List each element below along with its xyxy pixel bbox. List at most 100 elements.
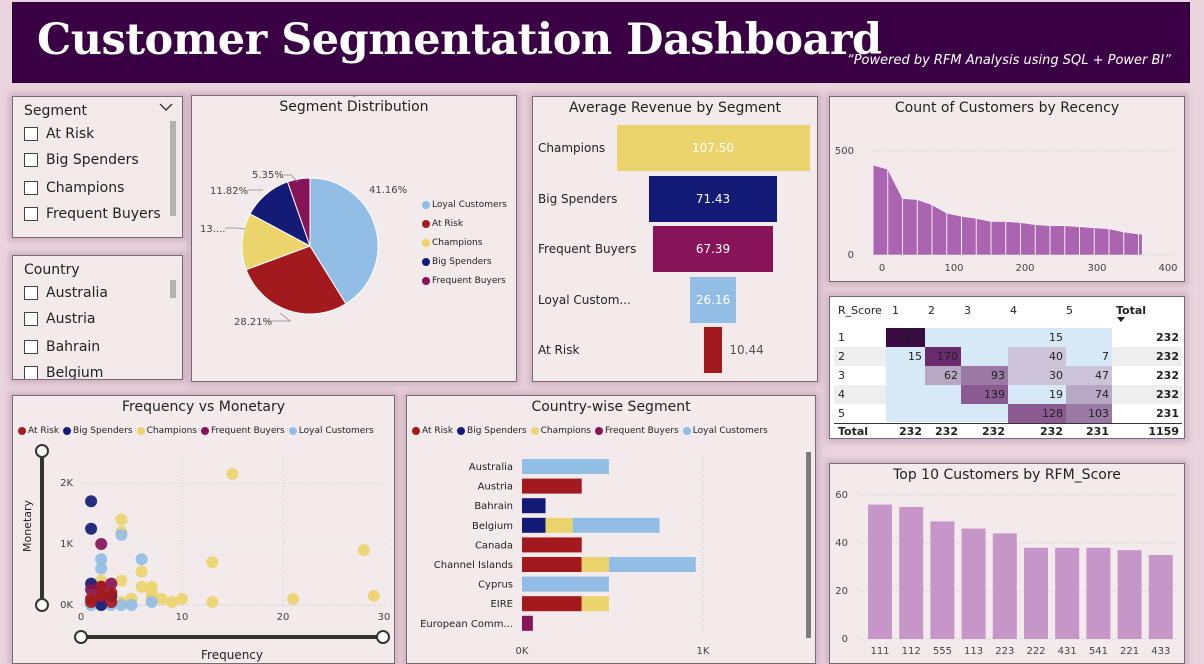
scatter-point[interactable] xyxy=(357,544,370,557)
scatter-point[interactable] xyxy=(226,467,239,480)
top-customer-bar[interactable] xyxy=(992,533,1017,639)
scatter-point[interactable] xyxy=(115,574,128,587)
x-zoom-handle-right[interactable] xyxy=(376,630,390,644)
scatter-point[interactable] xyxy=(95,580,108,593)
country-option-bahrain[interactable]: Bahrain xyxy=(24,339,100,355)
scatter-point[interactable] xyxy=(367,589,380,602)
checkbox[interactable] xyxy=(24,340,38,354)
scatter-point[interactable] xyxy=(125,599,138,611)
checkbox[interactable] xyxy=(24,286,38,300)
segment-option-at-risk[interactable]: At Risk xyxy=(24,126,94,142)
matrix-cell: 231 xyxy=(1086,425,1109,438)
top-customer-bar[interactable] xyxy=(1148,555,1173,639)
checkbox[interactable] xyxy=(24,312,38,326)
scatter-point[interactable] xyxy=(145,580,158,593)
y-zoom-handle-top[interactable] xyxy=(35,444,49,458)
slicer-scrollbar[interactable] xyxy=(170,121,176,216)
pie-label-champions: 13.... xyxy=(200,224,225,235)
x-tick: 541 xyxy=(1089,646,1108,657)
x-zoom-handle-left[interactable] xyxy=(74,630,88,644)
scatter-point[interactable] xyxy=(95,538,108,550)
checkbox[interactable] xyxy=(24,207,38,221)
top-customer-bar[interactable] xyxy=(961,528,986,639)
scatter-point[interactable] xyxy=(85,495,98,508)
segment-distribution-panel: Segment Distribution 41.16% 28.21% 13...… xyxy=(191,95,517,382)
scatter-point[interactable] xyxy=(287,592,300,605)
checkbox[interactable] xyxy=(24,153,38,167)
country-bar-segment[interactable] xyxy=(522,615,533,631)
y-axis-label: Monetary xyxy=(21,499,34,552)
country-bar-segment[interactable] xyxy=(522,596,582,612)
country-bar-segment[interactable] xyxy=(522,478,582,494)
funnel-label: At Risk xyxy=(538,343,580,357)
scatter-point[interactable] xyxy=(85,522,98,535)
country-bar-segment[interactable] xyxy=(522,517,546,533)
checkbox[interactable] xyxy=(24,366,38,379)
sort-down-icon[interactable] xyxy=(1117,317,1127,323)
top-customer-bar[interactable] xyxy=(899,507,924,639)
scatter-point[interactable] xyxy=(206,595,219,608)
scatter-point[interactable] xyxy=(115,528,128,541)
top-customer-bar[interactable] xyxy=(1086,547,1111,639)
recency-area[interactable] xyxy=(872,164,1143,256)
legend-item[interactable]: Big Spenders xyxy=(422,257,507,267)
matrix-cell: 231 xyxy=(1156,407,1179,420)
segment-option-champions[interactable]: Champions xyxy=(24,180,124,196)
top-customer-bar[interactable] xyxy=(1117,550,1142,639)
scatter-point[interactable] xyxy=(95,553,108,566)
country-option-australia[interactable]: Australia xyxy=(24,285,108,301)
matrix-cell: 15 xyxy=(908,350,922,363)
scatter-point[interactable] xyxy=(135,565,148,578)
chevron-down-icon[interactable] xyxy=(159,102,173,112)
legend-item[interactable]: Loyal Customers xyxy=(422,200,507,210)
x-tick: 111 xyxy=(870,646,889,657)
x-axis-label: Frequency xyxy=(201,648,263,662)
country-bar-segment[interactable] xyxy=(545,517,573,533)
country-bar-segment[interactable] xyxy=(522,537,582,553)
top-customers-bar-chart: 111 112 555 113 223 222 431 541 221 433 60 40 20 … xyxy=(835,490,1178,657)
scatter-point[interactable] xyxy=(165,595,178,608)
scatter-point[interactable] xyxy=(135,553,148,566)
legend-item[interactable]: Champions xyxy=(422,238,507,248)
legend-item[interactable]: Frequent Buyers xyxy=(422,276,507,286)
matrix-cell: Total xyxy=(838,425,869,438)
scatter-point[interactable] xyxy=(115,513,128,526)
segment-option-big-spenders[interactable]: Big Spenders xyxy=(24,152,139,168)
country-bar-segment[interactable] xyxy=(522,576,609,592)
country-bar-segment[interactable] xyxy=(572,517,660,533)
top-customer-bar[interactable] xyxy=(868,504,892,639)
country-bar-segment[interactable] xyxy=(522,498,546,514)
country-bar-segment[interactable] xyxy=(522,557,582,572)
scatter-point[interactable] xyxy=(145,595,158,608)
scatter-point[interactable] xyxy=(155,592,168,605)
country-bar-segment[interactable] xyxy=(581,557,609,572)
slicer-scrollbar[interactable] xyxy=(170,280,176,298)
matrix-cell: 74 xyxy=(1066,385,1112,404)
scatter-point[interactable] xyxy=(176,592,188,605)
top-customer-bar[interactable] xyxy=(1055,547,1080,639)
top-customer-bar[interactable] xyxy=(930,521,955,639)
checkbox[interactable] xyxy=(24,181,38,195)
country-slicer: Country Australia Austria Bahrain Belgiu… xyxy=(12,255,183,380)
matrix-cell: 232 xyxy=(1156,350,1179,363)
country-bar-segment[interactable] xyxy=(581,596,609,612)
matrix-cell: 62 xyxy=(925,366,961,385)
country-option-belgium[interactable]: Belgium xyxy=(24,365,103,379)
scatter-point[interactable] xyxy=(85,592,98,605)
legend-item[interactable]: At Risk xyxy=(422,219,507,229)
segment-option-frequent-buyers[interactable]: Frequent Buyers xyxy=(24,206,161,222)
country-chart-scrollbar[interactable] xyxy=(806,452,811,638)
scatter-point[interactable] xyxy=(206,556,219,569)
matrix-cell: 232 xyxy=(1040,425,1063,438)
funnel-bar[interactable] xyxy=(703,327,723,373)
country-bar-segment[interactable] xyxy=(522,459,609,474)
y-zoom-handle-bottom[interactable] xyxy=(35,598,49,612)
country-label: Belgium xyxy=(472,521,513,532)
matrix-cell xyxy=(886,366,925,385)
top-customer-bar[interactable] xyxy=(1024,547,1048,639)
checkbox[interactable] xyxy=(24,127,38,141)
matrix-cell: 5 xyxy=(838,407,845,420)
scatter-point[interactable] xyxy=(105,595,118,608)
country-bar-segment[interactable] xyxy=(608,557,696,572)
country-option-austria[interactable]: Austria xyxy=(24,311,95,327)
